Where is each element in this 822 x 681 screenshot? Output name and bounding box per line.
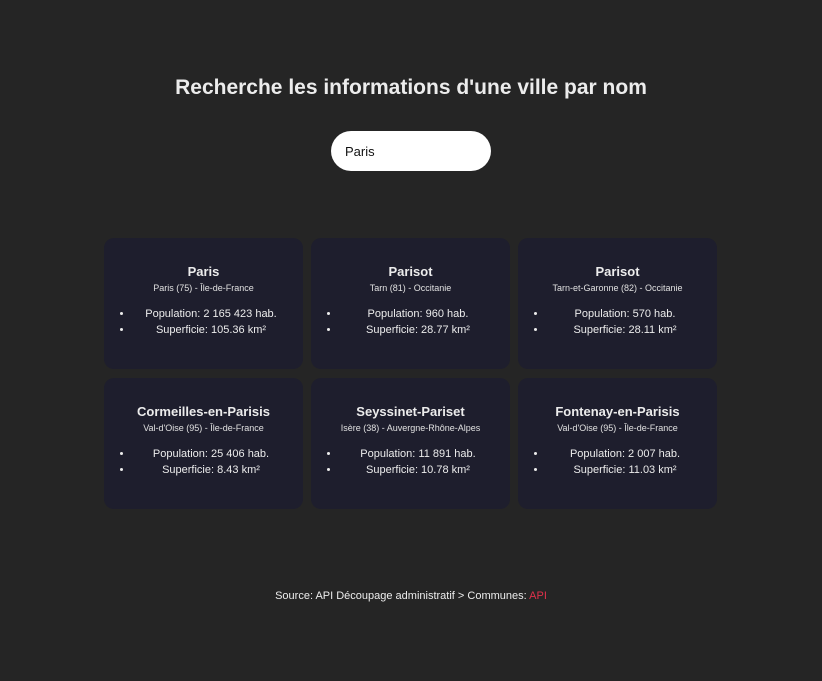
city-population: Population: 570 hab. [547, 306, 717, 322]
city-population: Population: 25 406 hab. [133, 446, 303, 462]
city-area: Superficie: 8.43 km² [133, 462, 303, 478]
search-input[interactable] [331, 131, 491, 171]
city-location: Tarn (81) - Occitanie [369, 283, 452, 293]
city-stats-list: Population: 570 hab. Superficie: 28.11 k… [518, 306, 717, 338]
city-name: Paris [187, 264, 220, 279]
city-area: Superficie: 11.03 km² [547, 462, 717, 478]
city-card: Parisot Tarn-et-Garonne (82) - Occitanie… [518, 238, 717, 369]
city-card: Cormeilles-en-Parisis Val-d'Oise (95) - … [104, 378, 303, 509]
city-area: Superficie: 28.77 km² [340, 322, 510, 338]
city-name: Parisot [388, 264, 433, 279]
city-card: Seyssinet-Pariset Isère (38) - Auvergne-… [311, 378, 510, 509]
city-results-grid: Paris Paris (75) - Île-de-France Populat… [104, 238, 718, 509]
city-stats-list: Population: 25 406 hab. Superficie: 8.43… [104, 446, 303, 478]
city-stats-list: Population: 2 165 423 hab. Superficie: 1… [104, 306, 303, 338]
city-name: Fontenay-en-Parisis [555, 404, 680, 419]
city-stats-list: Population: 960 hab. Superficie: 28.77 k… [311, 306, 510, 338]
city-card: Fontenay-en-Parisis Val-d'Oise (95) - Îl… [518, 378, 717, 509]
page-title: Recherche les informations d'une ville p… [175, 76, 647, 99]
footer-source-text: Source: API Découpage administratif > Co… [275, 590, 530, 602]
city-name: Parisot [595, 264, 640, 279]
city-name: Seyssinet-Pariset [356, 404, 465, 419]
city-population: Population: 11 891 hab. [340, 446, 510, 462]
city-stats-list: Population: 2 007 hab. Superficie: 11.03… [518, 446, 717, 478]
city-area: Superficie: 10.78 km² [340, 462, 510, 478]
city-population: Population: 2 007 hab. [547, 446, 717, 462]
city-card: Paris Paris (75) - Île-de-France Populat… [104, 238, 303, 369]
city-stats-list: Population: 11 891 hab. Superficie: 10.7… [311, 446, 510, 478]
city-population: Population: 960 hab. [340, 306, 510, 322]
city-location: Isère (38) - Auvergne-Rhône-Alpes [340, 423, 481, 433]
city-area: Superficie: 28.11 km² [547, 322, 717, 338]
city-location: Val-d'Oise (95) - Île-de-France [143, 423, 264, 433]
city-location: Val-d'Oise (95) - Île-de-France [557, 423, 678, 433]
api-link[interactable]: API [529, 590, 547, 602]
city-location: Paris (75) - Île-de-France [153, 283, 254, 293]
city-location: Tarn-et-Garonne (82) - Occitanie [552, 283, 683, 293]
city-card: Parisot Tarn (81) - Occitanie Population… [311, 238, 510, 369]
city-population: Population: 2 165 423 hab. [133, 306, 303, 322]
city-name: Cormeilles-en-Parisis [137, 404, 270, 419]
city-area: Superficie: 105.36 km² [133, 322, 303, 338]
page: Recherche les informations d'une ville p… [0, 0, 822, 681]
footer: Source: API Découpage administratif > Co… [0, 590, 822, 602]
